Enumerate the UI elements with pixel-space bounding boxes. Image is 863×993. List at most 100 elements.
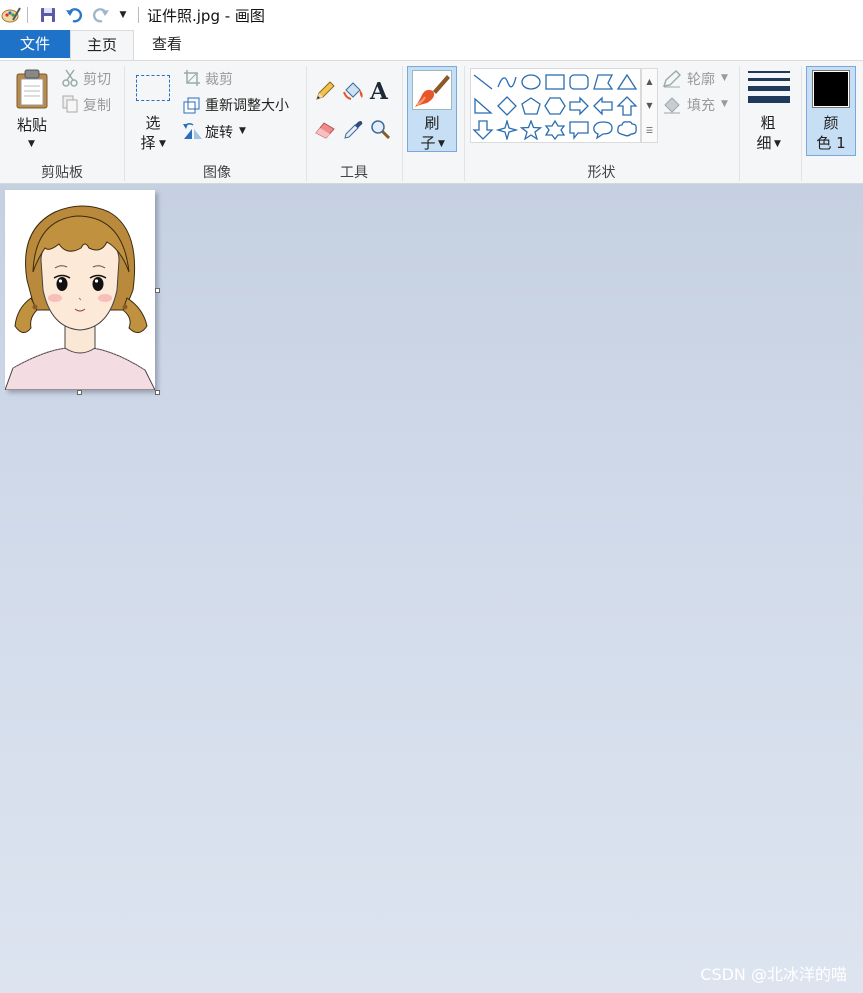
line-width-icon — [748, 69, 790, 103]
outline-label: 轮廓 — [687, 72, 715, 88]
outline-icon — [662, 70, 682, 92]
shape-oval-icon[interactable] — [519, 70, 543, 94]
shape-diamond-icon[interactable] — [495, 94, 519, 118]
copy-button[interactable]: 复制 — [62, 95, 122, 115]
size-dropdown-icon[interactable]: ▼ — [774, 139, 781, 149]
canvas-resize-handle-bottom[interactable] — [77, 390, 82, 395]
title-separator — [138, 7, 139, 23]
shape-hexagon-icon[interactable] — [543, 94, 567, 118]
select-label-2: 择 — [140, 134, 156, 152]
cut-button[interactable]: 剪切 — [62, 69, 122, 89]
crop-button[interactable]: 裁剪 — [183, 69, 263, 89]
paint-window: ▼ 证件照.jpg - 画图 文件 主页 查看 粘贴 ▼ 剪切 复制 剪贴板 选… — [0, 0, 863, 993]
copy-label: 复制 — [83, 98, 111, 114]
shapes-group-label: 形状 — [587, 165, 616, 181]
paint-app-icon[interactable] — [0, 4, 22, 26]
paste-label: 粘贴 — [16, 116, 47, 134]
size-button[interactable]: 粗 细 ▼ — [745, 67, 793, 155]
shape-oval-callout-icon[interactable] — [591, 118, 615, 142]
save-icon[interactable] — [37, 4, 59, 26]
size-label-2: 细 — [756, 134, 772, 152]
shapes-gallery — [470, 68, 641, 143]
tab-view[interactable]: 查看 — [134, 30, 200, 60]
redo-icon[interactable] — [90, 4, 112, 26]
title-bar: ▼ 证件照.jpg - 画图 — [0, 0, 863, 30]
brushes-button[interactable]: 刷 子 ▼ — [407, 66, 457, 152]
tab-file[interactable]: 文件 — [0, 30, 70, 58]
color1-swatch — [814, 72, 848, 106]
scroll-up-icon[interactable]: ▲ — [642, 69, 657, 93]
rotate-dropdown-icon[interactable]: ▼ — [239, 126, 246, 136]
customize-quick-access-icon[interactable]: ▼ — [112, 4, 134, 26]
canvas-resize-handle-right[interactable] — [155, 288, 160, 293]
paste-button[interactable]: 粘贴 ▼ — [10, 67, 54, 155]
eraser-icon[interactable] — [314, 119, 336, 143]
fill-icon — [662, 96, 682, 118]
tab-home[interactable]: 主页 — [70, 30, 134, 61]
brush-icon — [412, 70, 452, 110]
ribbon: 粘贴 ▼ 剪切 复制 剪贴板 选 择 ▼ 裁剪 重新调整大小 旋转 ▼ 图像 A… — [0, 60, 863, 184]
resize-button[interactable]: 重新调整大小 — [183, 95, 303, 115]
color1-label-2: 色 1 — [816, 134, 846, 152]
group-separator — [402, 66, 403, 181]
shape-rounded-rectangle-icon[interactable] — [567, 70, 591, 94]
scroll-down-icon[interactable]: ▼ — [642, 93, 657, 117]
rotate-button[interactable]: 旋转 ▼ — [181, 121, 261, 143]
watermark-text: CSDN @北冰洋的喵 — [700, 965, 847, 984]
fill-bucket-icon[interactable] — [342, 80, 366, 106]
color1-label: 颜 — [823, 114, 839, 132]
shape-six-point-star-icon[interactable] — [543, 118, 567, 142]
select-button[interactable]: 选 择 ▼ — [132, 67, 176, 155]
shape-five-point-star-icon[interactable] — [519, 118, 543, 142]
fill-button[interactable]: 填充 ▼ — [662, 95, 737, 115]
resize-label: 重新调整大小 — [205, 98, 289, 114]
canvas-workspace[interactable]: CSDN @北冰洋的喵 — [0, 184, 863, 993]
tools-group-label: 工具 — [340, 165, 368, 181]
shape-pentagon-icon[interactable] — [519, 94, 543, 118]
select-rectangle-icon — [136, 75, 170, 101]
shape-rectangle-icon[interactable] — [543, 70, 567, 94]
shape-polygon-icon[interactable] — [591, 70, 615, 94]
brushes-label: 刷 — [424, 114, 440, 132]
crop-label: 裁剪 — [205, 72, 233, 88]
shape-right-triangle-icon[interactable] — [471, 94, 495, 118]
shape-down-arrow-icon[interactable] — [471, 118, 495, 142]
color-picker-icon[interactable] — [342, 119, 364, 145]
shape-curve-icon[interactable] — [495, 70, 519, 94]
resize-icon — [183, 96, 201, 118]
shape-line-icon[interactable] — [471, 70, 495, 94]
size-label: 粗 — [760, 114, 776, 132]
select-label: 选 — [145, 114, 161, 132]
shape-up-arrow-icon[interactable] — [615, 94, 639, 118]
shape-left-arrow-icon[interactable] — [591, 94, 615, 118]
undo-icon[interactable] — [63, 4, 85, 26]
clipboard-icon — [14, 69, 50, 113]
shape-right-arrow-icon[interactable] — [567, 94, 591, 118]
drawing-canvas[interactable] — [5, 190, 155, 390]
portrait-image — [5, 205, 155, 390]
pencil-icon[interactable] — [314, 80, 336, 106]
shapes-scrollbar[interactable]: ▲ ▼ ☰ — [641, 68, 658, 143]
shape-triangle-icon[interactable] — [615, 70, 639, 94]
fill-dropdown-icon[interactable]: ▼ — [721, 99, 728, 109]
shape-rect-callout-icon[interactable] — [567, 118, 591, 142]
copy-icon — [62, 95, 79, 117]
outline-button[interactable]: 轮廓 ▼ — [662, 69, 737, 89]
color1-button[interactable]: 颜 色 1 — [806, 66, 856, 156]
paste-dropdown-icon[interactable]: ▼ — [28, 139, 35, 149]
crop-icon — [183, 69, 201, 91]
canvas-resize-handle-corner[interactable] — [155, 390, 160, 395]
image-group-label: 图像 — [203, 165, 231, 181]
text-tool-icon[interactable]: A — [370, 78, 388, 105]
magnifier-icon[interactable] — [370, 119, 392, 145]
rotate-icon — [181, 121, 203, 145]
group-separator — [124, 66, 125, 181]
shape-four-point-star-icon[interactable] — [495, 118, 519, 142]
select-dropdown-icon[interactable]: ▼ — [159, 139, 166, 149]
brushes-dropdown-icon[interactable]: ▼ — [438, 139, 445, 149]
gallery-expand-icon[interactable]: ☰ — [642, 118, 657, 142]
outline-dropdown-icon[interactable]: ▼ — [721, 73, 728, 83]
shape-cloud-callout-icon[interactable] — [615, 118, 639, 142]
color1-swatch-frame — [812, 70, 850, 108]
cut-label: 剪切 — [83, 72, 111, 88]
